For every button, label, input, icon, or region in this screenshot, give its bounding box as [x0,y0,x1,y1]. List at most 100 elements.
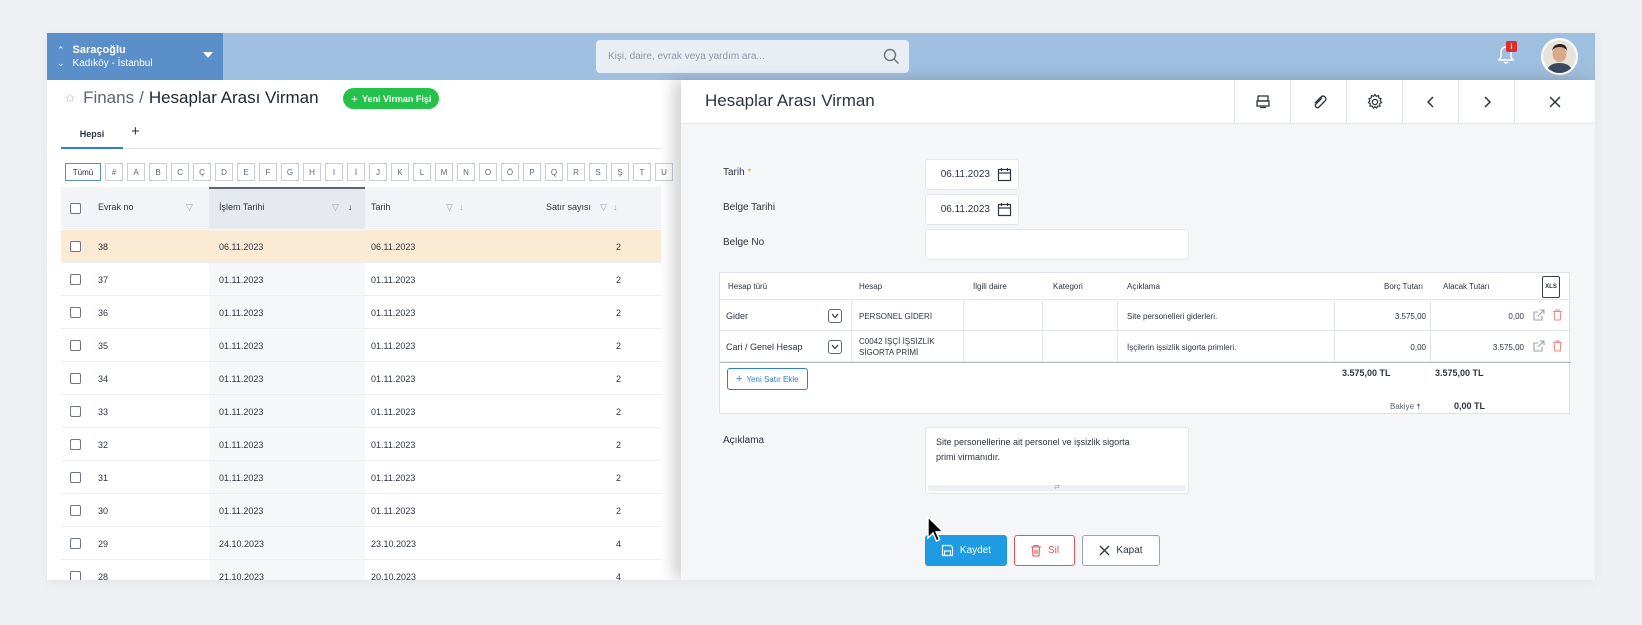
letter-filter-button[interactable]: I [325,163,343,181]
letter-filter-button[interactable]: U [655,163,673,181]
header-tarih[interactable]: Tarih [371,202,391,212]
letter-filter-button[interactable]: T [633,163,651,181]
hesap-cell[interactable]: PERSONEL GİDERİ [859,301,959,331]
header-islem-tarihi[interactable]: İşlem Tarihi [219,202,264,212]
tarih-date-field[interactable]: 06.11.2023 [925,159,1019,190]
tab-hepsi[interactable]: Hepsi [61,127,123,149]
sort-icon[interactable]: ↓ [459,202,464,212]
table-row[interactable]: 30 01.11.2023 01.11.2023 2 [61,494,661,527]
ilgili-daire-cell[interactable] [964,332,1040,362]
row-checkbox[interactable] [70,274,81,285]
new-transfer-button[interactable]: + Yeni Virman Fişi [343,88,440,109]
header-evrak-no[interactable]: Evrak no [98,202,134,212]
letter-filter-button[interactable]: L [413,163,431,181]
row-checkbox[interactable] [70,241,81,252]
attachment-button[interactable] [1290,80,1346,124]
row-checkbox[interactable] [70,307,81,318]
settings-button[interactable] [1346,80,1402,124]
letter-filter-button[interactable]: J [369,163,387,181]
print-button[interactable] [1234,80,1290,124]
letter-filter-button[interactable]: P [523,163,541,181]
chevron-down-icon[interactable] [828,340,842,354]
alacak-cell[interactable]: 3.575,00 [1432,332,1524,362]
table-row[interactable]: 35 01.11.2023 01.11.2023 2 [61,329,661,362]
trash-icon[interactable] [1552,340,1563,352]
xls-export-icon[interactable]: XLS [1542,276,1560,298]
letter-filter-button[interactable]: B [149,163,167,181]
row-checkbox[interactable] [70,505,81,516]
hesap-cell[interactable]: C0042 İŞÇİ İŞSİZLİK SİGORTA PRİMİ [859,332,959,362]
letter-filter-button[interactable]: Tümü [65,163,101,181]
letter-filter-button[interactable]: Ç [193,163,211,181]
belge-no-field[interactable] [925,229,1189,260]
letter-filter-button[interactable]: İ [347,163,365,181]
letter-filter-button[interactable]: D [215,163,233,181]
letter-filter-button[interactable]: G [281,163,299,181]
close-button[interactable]: Kapat [1082,535,1160,566]
letter-filter-button[interactable]: F [259,163,277,181]
add-tab-button[interactable]: + [131,123,140,140]
row-checkbox[interactable] [70,538,81,549]
search-input[interactable]: Kişi, daire, evrak veya yardım ara... [596,40,909,73]
row-checkbox[interactable] [70,571,81,580]
ilgili-daire-cell[interactable] [964,301,1040,331]
chevron-down-icon[interactable] [828,309,842,323]
add-row-button[interactable]: + Yeni Satır Ekle [727,368,808,390]
trash-icon[interactable] [1552,309,1563,321]
delete-button[interactable]: Sil [1014,535,1075,566]
filter-icon[interactable]: ▽ [600,202,607,213]
resize-handle-icon[interactable]: ⇄ [928,484,1186,491]
row-checkbox[interactable] [70,439,81,450]
notification-button[interactable]: i [1497,41,1517,70]
close-panel-button[interactable] [1514,80,1595,124]
letter-filter-button[interactable]: A [127,163,145,181]
letter-filter-button[interactable]: Ş [611,163,629,181]
org-switcher[interactable]: ⌃ ⌄ Saraçoğlu Kadıköy - İstanbul [47,33,223,80]
letter-filter-button[interactable]: S [589,163,607,181]
external-link-icon[interactable] [1533,340,1545,352]
table-row[interactable]: 28 21.10.2023 20.10.2023 4 [61,560,661,580]
row-checkbox[interactable] [70,472,81,483]
avatar[interactable] [1541,38,1578,75]
select-all-checkbox[interactable] [70,203,81,214]
letter-filter-button[interactable]: H [303,163,321,181]
description-textarea[interactable]: Site personellerine ait personel ve işsi… [925,427,1189,494]
letter-filter-button[interactable]: O [479,163,497,181]
table-row[interactable]: 38 06.11.2023 06.11.2023 2 [61,230,661,263]
kategori-cell[interactable] [1043,332,1115,362]
row-checkbox[interactable] [70,406,81,417]
kategori-cell[interactable] [1043,301,1115,331]
letter-filter-button[interactable]: Q [545,163,563,181]
pin-icon[interactable]: ✩ [65,91,75,105]
table-row[interactable]: 34 01.11.2023 01.11.2023 2 [61,362,661,395]
row-checkbox[interactable] [70,373,81,384]
next-button[interactable] [1458,80,1514,124]
table-row[interactable]: 31 01.11.2023 01.11.2023 2 [61,461,661,494]
letter-filter-button[interactable]: C [171,163,189,181]
borc-cell[interactable]: 0,00 [1336,332,1426,362]
sort-icon[interactable]: ↓ [613,202,618,212]
sort-down-icon[interactable]: ↓ [348,202,353,212]
belge-tarihi-date-field[interactable]: 06.11.2023 [925,194,1019,225]
breadcrumb-parent[interactable]: Finans [83,88,134,108]
aciklama-cell[interactable]: Site personelleri giderleri. [1127,301,1217,331]
previous-button[interactable] [1402,80,1458,124]
filter-icon[interactable]: ▽ [186,202,193,213]
filter-icon[interactable]: ▽ [332,202,339,213]
letter-filter-button[interactable]: E [237,163,255,181]
letter-filter-button[interactable]: K [391,163,409,181]
header-satir-sayisi[interactable]: Satır sayısı [546,202,591,212]
table-row[interactable]: 33 01.11.2023 01.11.2023 2 [61,395,661,428]
row-checkbox[interactable] [70,340,81,351]
letter-filter-button[interactable]: M [435,163,453,181]
table-row[interactable]: 32 01.11.2023 01.11.2023 2 [61,428,661,461]
letter-filter-button[interactable]: # [105,163,123,181]
letter-filter-button[interactable]: N [457,163,475,181]
borc-cell[interactable]: 3.575,00 [1336,301,1426,331]
aciklama-cell[interactable]: İşçilerin işsizlik sigorta primleri. [1127,332,1236,362]
table-row[interactable]: 36 01.11.2023 01.11.2023 2 [61,296,661,329]
letter-filter-button[interactable]: Ö [501,163,519,181]
external-link-icon[interactable] [1533,309,1545,321]
calendar-icon[interactable] [997,167,1012,182]
table-row[interactable]: 37 01.11.2023 01.11.2023 2 [61,263,661,296]
